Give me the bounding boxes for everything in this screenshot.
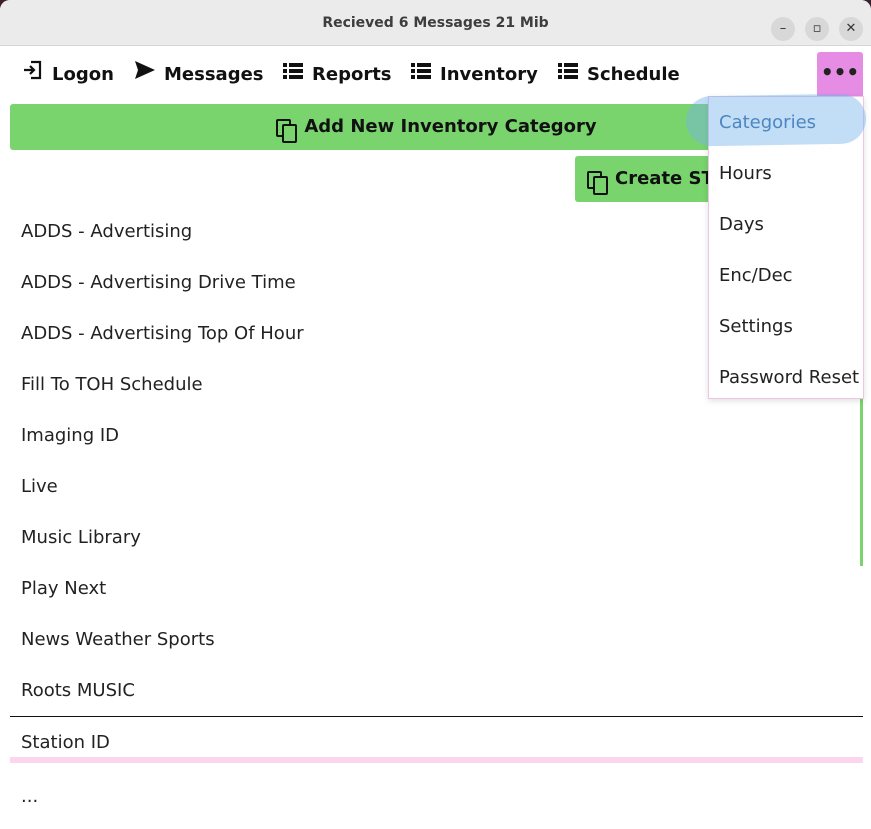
maximize-button[interactable]: ▫ <box>805 17 829 41</box>
nav-logon[interactable]: Logon <box>22 59 114 91</box>
send-icon <box>134 59 156 91</box>
category-item[interactable]: Imaging ID <box>10 410 863 461</box>
nav-reports[interactable]: Reports <box>282 59 392 91</box>
more-indicator: ... <box>21 786 39 807</box>
nav-reports-label: Reports <box>312 64 392 85</box>
category-item[interactable]: Play Next <box>10 563 863 614</box>
nav-bar: Logon Messages Reports Inventory Schedul… <box>0 47 871 103</box>
copy-icon <box>587 167 609 195</box>
menu-item-days[interactable]: Days <box>709 199 863 250</box>
category-item[interactable]: News Weather Sports <box>10 614 863 665</box>
title-bar: Recieved 6 Messages 21 Mib – ▫ ✕ <box>0 0 871 46</box>
minimize-button[interactable]: – <box>771 17 795 41</box>
nav-schedule[interactable]: Schedule <box>557 59 680 91</box>
nav-schedule-label: Schedule <box>587 64 680 85</box>
window-title: Recieved 6 Messages 21 Mib <box>322 15 549 31</box>
menu-item-password-reset[interactable]: Password Reset <box>709 352 863 403</box>
close-button[interactable]: ✕ <box>839 17 863 41</box>
app-window: Recieved 6 Messages 21 Mib – ▫ ✕ Logon M… <box>0 0 871 829</box>
list-icon <box>557 59 579 91</box>
list-icon <box>410 59 432 91</box>
menu-item-hours[interactable]: Hours <box>709 148 863 199</box>
nav-messages[interactable]: Messages <box>134 59 264 91</box>
list-icon <box>282 59 304 91</box>
nav-inventory-label: Inventory <box>440 64 538 85</box>
copy-icon <box>276 115 298 143</box>
category-item[interactable]: Music Library <box>10 512 863 563</box>
divider <box>10 757 863 763</box>
menu-item-settings[interactable]: Settings <box>709 301 863 352</box>
more-menu-button[interactable]: ••• <box>817 52 863 98</box>
add-category-label: Add New Inventory Category <box>304 116 597 137</box>
menu-item-enc-dec[interactable]: Enc/Dec <box>709 250 863 301</box>
category-item[interactable]: Roots MUSIC <box>10 665 863 716</box>
selection-highlight <box>685 93 867 147</box>
category-item[interactable]: Live <box>10 461 863 512</box>
nav-inventory[interactable]: Inventory <box>410 59 538 91</box>
nav-logon-label: Logon <box>52 64 114 85</box>
scrollbar-thumb[interactable] <box>860 390 863 566</box>
login-icon <box>22 59 44 91</box>
nav-messages-label: Messages <box>164 64 264 85</box>
